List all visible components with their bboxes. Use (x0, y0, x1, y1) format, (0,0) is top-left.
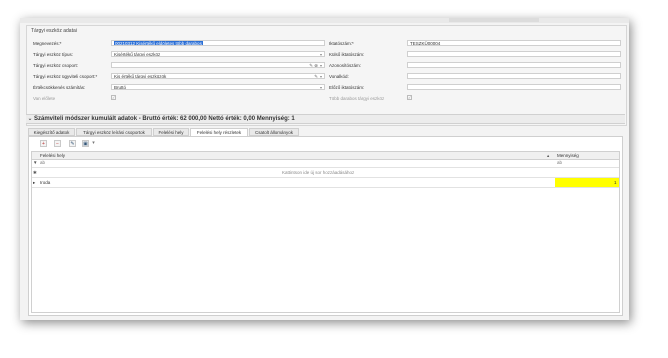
azonositoszam-field[interactable] (407, 62, 621, 68)
label-csoport: Tárgyi eszköz csoport: (33, 63, 79, 68)
chevron-down-icon: ▾ (319, 85, 322, 90)
label-azonositoszam: Azonosítószám: (329, 63, 362, 68)
csoport-select[interactable]: ✎ ⊗ ▾ (111, 62, 325, 68)
elozo-iktatoszam-field[interactable] (407, 84, 621, 90)
data-grid: Felelési hely ▴ Mennyiség ▼ ab ab ✱ Katt… (31, 151, 620, 313)
ertekcsokkenes-value: Bruttó (114, 85, 127, 90)
label-vonalkod: Vonalkód: (329, 74, 349, 79)
edit-row-icon[interactable]: ✎ (69, 140, 76, 147)
summary-bar[interactable]: ⌄Számviteli módszer kumulált adatok - Br… (26, 114, 625, 124)
chevron-down-icon[interactable]: ⌄ (26, 115, 34, 123)
filter-icon: ▼ (33, 160, 38, 165)
label-ertekcsokkenes: Értékcsökkenés számítás: (33, 85, 86, 90)
frame-title: Tárgyi eszköz adatai (31, 28, 77, 34)
tab-kiegeszito-adatok[interactable]: Kiegészítő adatok (28, 128, 75, 136)
label-tobb-darabos: Több darabos tárgyi eszköz (329, 96, 385, 101)
table-row[interactable]: ▸ Iroda 1 (32, 178, 619, 188)
window-top-strip (20, 18, 629, 23)
megnevezes-field[interactable]: 00210312 Kisértékű eldöletes több darabo… (111, 40, 325, 46)
iktatoszam-value: TESZKÜ00004 (410, 41, 441, 46)
asset-details-frame: Tárgyi eszköz adatai Megnevezés:* 002103… (26, 25, 627, 126)
column-header-felelesi-hely[interactable]: Felelési hely (40, 153, 65, 158)
filter-row: ▼ ab ab (32, 159, 619, 168)
label-van-elolete: Van előlete (33, 96, 56, 101)
chevron-down-icon: ▾ (319, 63, 322, 68)
tab-csatolt-allomanyok[interactable]: Csatolt állományok (249, 128, 299, 136)
cell-mennyiseg[interactable]: 1 (614, 180, 617, 185)
iktatoszam-field[interactable]: TESZKÜ00004 (407, 40, 621, 46)
ugyviteli-csoport-select[interactable]: Kis értékű tárgyi eszközök ✎ ▾ (111, 73, 325, 79)
cell-felelesi-hely[interactable]: Iroda (40, 180, 50, 185)
label-iktatoszam: Iktatószám:* (329, 41, 354, 46)
row-indicator-icon: ▸ (33, 180, 36, 185)
new-row-hint: Kattintson ide új sor hozzáadásához (282, 170, 355, 175)
summary-text: Számviteli módszer kumulált adatok - Bru… (34, 116, 295, 122)
chevron-down-icon: ▾ (319, 74, 322, 79)
label-ugyviteli-csoport: Tárgyi eszköz ügyviteli csoport:* (33, 74, 98, 79)
tobb-darabos-checkbox[interactable]: ✓ (407, 95, 412, 100)
column-header-mennyiseg[interactable]: Mennyiség (557, 153, 579, 158)
label-elozo-iktatoszam: Előző iktatószám: (329, 85, 365, 90)
vonalkod-field[interactable] (407, 73, 621, 79)
label-megnevezes: Megnevezés:* (33, 41, 62, 46)
delete-row-icon[interactable]: − (54, 140, 61, 147)
new-row[interactable]: ✱ Kattintson ide új sor hozzáadásához (32, 168, 619, 178)
tab-panel: + − ✎ ▣ ▾ Felelési hely ▴ Mennyiség ▼ ab… (28, 136, 623, 316)
export-icon[interactable]: ▣ (82, 140, 89, 147)
edit-clear-icons[interactable]: ✎ ⊗ (309, 63, 318, 67)
filter-felelesi-hely[interactable]: ab (40, 160, 45, 165)
tipus-select[interactable]: Kisértékű tárgyi eszköz ▾ (111, 51, 325, 57)
highlighted-cell (555, 178, 619, 187)
chevron-down-icon: ▾ (319, 52, 322, 57)
ugyviteli-value: Kis értékű tárgyi eszközök (114, 74, 167, 79)
window: Tárgyi eszköz adatai Megnevezés:* 002103… (20, 18, 629, 320)
tipus-value: Kisértékű tárgyi eszköz (114, 52, 161, 57)
tab-felelesi-hely[interactable]: Felelési hely (153, 128, 189, 136)
chevron-down-icon[interactable]: ▾ (91, 140, 96, 147)
filter-mennyiseg[interactable]: ab (557, 160, 562, 165)
ertekcsokkenes-select[interactable]: Bruttó ▾ (111, 84, 325, 90)
kulso-iktatoszam-field[interactable] (407, 51, 621, 57)
new-row-star-icon: ✱ (33, 170, 37, 175)
van-elolete-checkbox[interactable]: ✓ (111, 95, 116, 100)
tab-leirasi-csoportok[interactable]: Tárgyi eszköz leírási csoportok (76, 128, 152, 136)
top-tab-hint (449, 18, 539, 22)
add-row-icon[interactable]: + (40, 140, 47, 147)
label-tipus: Tárgyi eszköz típus: (33, 52, 74, 57)
label-kulso-iktatoszam: Külső iktatószám: (329, 52, 365, 57)
megnevezes-value: 00210312 Kisértékű eldöletes több darabo… (114, 41, 203, 46)
edit-icon[interactable]: ✎ (314, 74, 318, 78)
